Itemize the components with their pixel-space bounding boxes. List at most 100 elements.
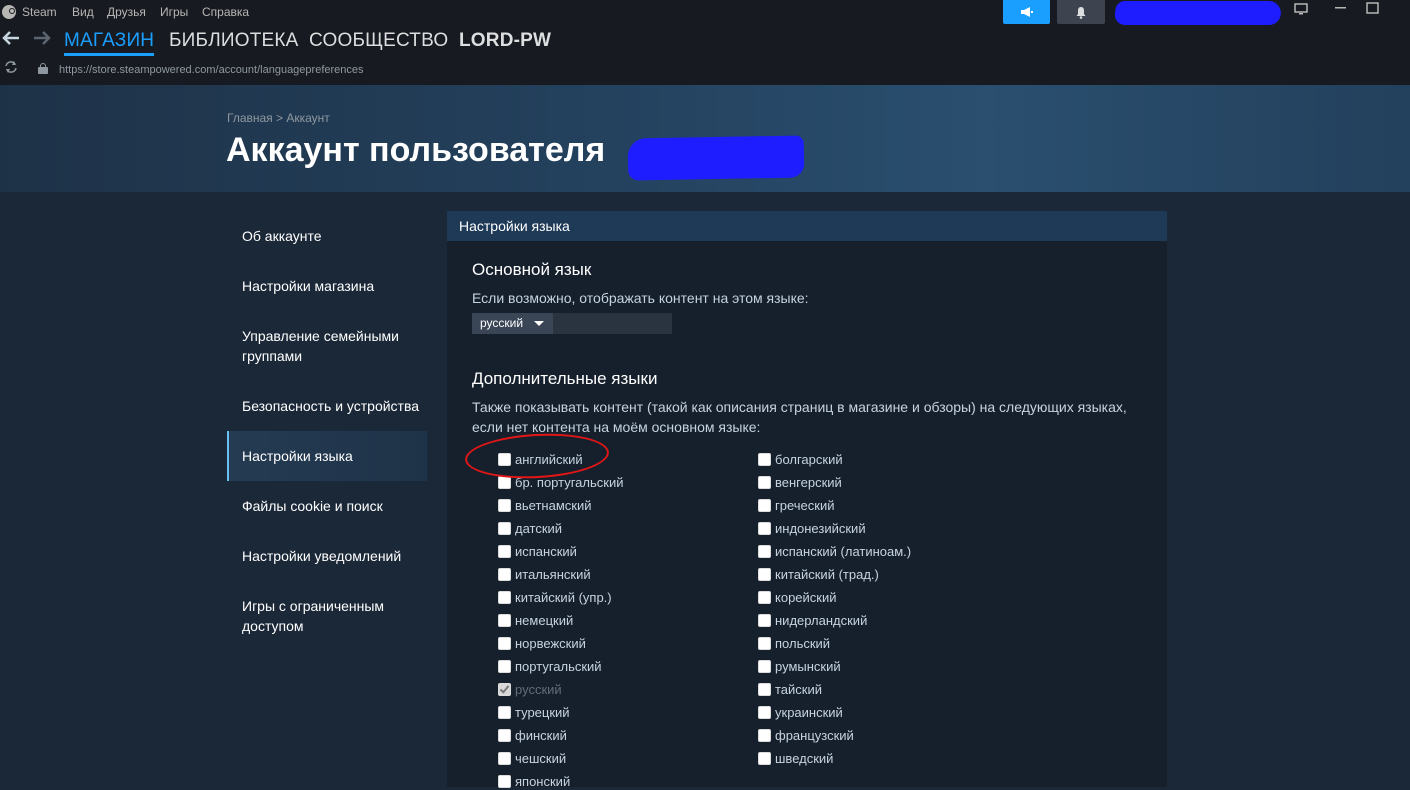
sidebar-item-store-settings[interactable]: Настройки магазина bbox=[227, 261, 427, 311]
language-checkbox[interactable] bbox=[758, 498, 771, 512]
language-label: датский bbox=[515, 520, 563, 536]
language-checkbox-row[interactable]: вьетнамский bbox=[498, 496, 592, 514]
language-checkbox[interactable] bbox=[758, 544, 771, 558]
dropdown-caret-icon bbox=[534, 321, 544, 326]
language-label: китайский (трад.) bbox=[775, 566, 879, 582]
language-checkbox[interactable] bbox=[498, 544, 511, 558]
language-checkbox-row[interactable]: болгарский bbox=[758, 450, 843, 468]
tab-community[interactable]: СООБЩЕСТВО bbox=[309, 30, 448, 52]
language-checkbox-row[interactable]: датский bbox=[498, 519, 562, 537]
language-checkbox-row[interactable]: чешский bbox=[498, 749, 566, 767]
language-checkbox[interactable] bbox=[498, 751, 511, 765]
language-checkbox[interactable] bbox=[498, 728, 511, 742]
language-checkbox-row[interactable]: шведский bbox=[758, 749, 833, 767]
language-checkbox[interactable] bbox=[498, 659, 511, 673]
reload-icon[interactable] bbox=[4, 61, 18, 76]
language-checkbox[interactable] bbox=[758, 590, 771, 604]
menu-help[interactable]: Справка bbox=[202, 5, 249, 19]
sidebar-item-label: Файлы cookie и поиск bbox=[242, 498, 383, 514]
language-checkbox-row[interactable]: корейский bbox=[758, 588, 837, 606]
language-checkbox-row[interactable]: финский bbox=[498, 726, 567, 744]
menu-view[interactable]: Вид bbox=[72, 5, 94, 19]
language-checkbox[interactable] bbox=[498, 705, 511, 719]
language-checkbox[interactable] bbox=[758, 682, 771, 696]
language-checkbox-row[interactable]: китайский (трад.) bbox=[758, 565, 879, 583]
language-checkbox[interactable] bbox=[498, 613, 511, 627]
tab-library[interactable]: БИБЛИОТЕКА bbox=[169, 30, 299, 52]
page-header: Главная > Аккаунт Аккаунт пользователя bbox=[0, 85, 1410, 192]
notifications-button[interactable] bbox=[1057, 0, 1105, 24]
sidebar-item-security[interactable]: Безопасность и устройства bbox=[227, 381, 427, 431]
primary-language-select[interactable]: русский bbox=[472, 313, 672, 334]
language-checkbox[interactable] bbox=[758, 659, 771, 673]
language-label: шведский bbox=[775, 750, 834, 766]
announcement-icon bbox=[1020, 7, 1033, 17]
language-checkbox-row[interactable]: немецкий bbox=[498, 611, 573, 629]
language-label: финский bbox=[515, 727, 567, 743]
sidebar-item-restricted-games[interactable]: Игры с ограниченным доступом bbox=[227, 581, 427, 651]
language-checkbox[interactable] bbox=[758, 613, 771, 627]
additional-languages-description: Также показывать контент (такой как опис… bbox=[472, 399, 1127, 435]
language-checkbox-row[interactable]: украинский bbox=[758, 703, 843, 721]
announcement-button[interactable] bbox=[1003, 0, 1050, 24]
minimize-button[interactable] bbox=[1335, 0, 1347, 16]
menu-games[interactable]: Игры bbox=[160, 5, 188, 19]
language-checkbox-row[interactable]: турецкий bbox=[498, 703, 570, 721]
language-checkbox[interactable] bbox=[758, 705, 771, 719]
language-checkbox[interactable] bbox=[758, 728, 771, 742]
sidebar-item-family[interactable]: Управление семейными группами bbox=[227, 311, 427, 381]
language-checkbox[interactable] bbox=[498, 498, 511, 512]
title-menu-bar: Steam Вид Друзья Игры Справка bbox=[0, 0, 1410, 25]
language-checkbox-row[interactable]: индонезийский bbox=[758, 519, 866, 537]
sidebar-item-label: Настройки магазина bbox=[242, 278, 375, 294]
language-checkbox[interactable] bbox=[758, 475, 771, 489]
language-checkbox-row[interactable]: румынский bbox=[758, 657, 841, 675]
language-checkbox-row[interactable]: норвежский bbox=[498, 634, 586, 652]
language-checkbox-row[interactable]: португальский bbox=[498, 657, 602, 675]
forward-arrow-icon[interactable] bbox=[33, 29, 51, 52]
language-checkbox-row[interactable]: французский bbox=[758, 726, 854, 744]
language-checkbox[interactable] bbox=[498, 590, 511, 604]
language-checkbox[interactable] bbox=[758, 636, 771, 650]
language-checkbox[interactable] bbox=[498, 521, 511, 535]
language-checkbox-row[interactable]: японский bbox=[498, 772, 570, 790]
url-text[interactable]: https://store.steampowered.com/account/l… bbox=[59, 64, 364, 76]
tab-profile[interactable]: LORD-PW bbox=[459, 30, 551, 52]
language-checkbox[interactable] bbox=[758, 567, 771, 581]
sidebar-item-language[interactable]: Настройки языка bbox=[227, 431, 427, 481]
sidebar-item-cookies[interactable]: Файлы cookie и поиск bbox=[227, 481, 427, 531]
language-checkbox[interactable] bbox=[498, 774, 511, 788]
language-checkbox-row[interactable]: испанский (латиноам.) bbox=[758, 542, 911, 560]
language-checkbox-row[interactable]: венгерский bbox=[758, 473, 842, 491]
steam-logo-icon[interactable] bbox=[2, 5, 16, 19]
language-label: нидерландский bbox=[775, 612, 868, 628]
lock-icon bbox=[38, 63, 48, 74]
maximize-icon[interactable] bbox=[1366, 1, 1379, 17]
language-checkbox-row[interactable]: итальянский bbox=[498, 565, 591, 583]
language-label: корейский bbox=[775, 589, 837, 605]
language-checkbox[interactable] bbox=[498, 636, 511, 650]
language-checkbox-row[interactable]: испанский bbox=[498, 542, 577, 560]
language-checkbox[interactable] bbox=[498, 567, 511, 581]
language-label: китайский (упр.) bbox=[515, 589, 612, 605]
language-label: польский bbox=[775, 635, 831, 651]
language-label: итальянский bbox=[515, 566, 591, 582]
language-checkbox-row[interactable]: тайский bbox=[758, 680, 822, 698]
breadcrumb[interactable]: Главная > Аккаунт bbox=[227, 111, 330, 125]
language-checkbox-row[interactable]: нидерландский bbox=[758, 611, 867, 629]
menu-steam[interactable]: Steam bbox=[22, 5, 57, 19]
language-label: индонезийский bbox=[775, 520, 866, 536]
language-checkbox[interactable] bbox=[758, 452, 771, 466]
tab-store[interactable]: МАГАЗИН bbox=[64, 30, 155, 56]
language-checkbox-row[interactable]: польский bbox=[758, 634, 830, 652]
language-checkbox-row[interactable]: китайский (упр.) bbox=[498, 588, 612, 606]
sidebar-item-account[interactable]: Об аккаунте bbox=[227, 211, 427, 261]
back-arrow-icon[interactable] bbox=[2, 29, 20, 52]
sidebar-item-notifications[interactable]: Настройки уведомлений bbox=[227, 531, 427, 581]
language-label: норвежский bbox=[515, 635, 586, 651]
language-checkbox[interactable] bbox=[758, 751, 771, 765]
language-checkbox[interactable] bbox=[758, 521, 771, 535]
language-checkbox-row[interactable]: греческий bbox=[758, 496, 834, 514]
menu-friends[interactable]: Друзья bbox=[107, 5, 146, 19]
big-picture-icon[interactable] bbox=[1294, 2, 1308, 18]
